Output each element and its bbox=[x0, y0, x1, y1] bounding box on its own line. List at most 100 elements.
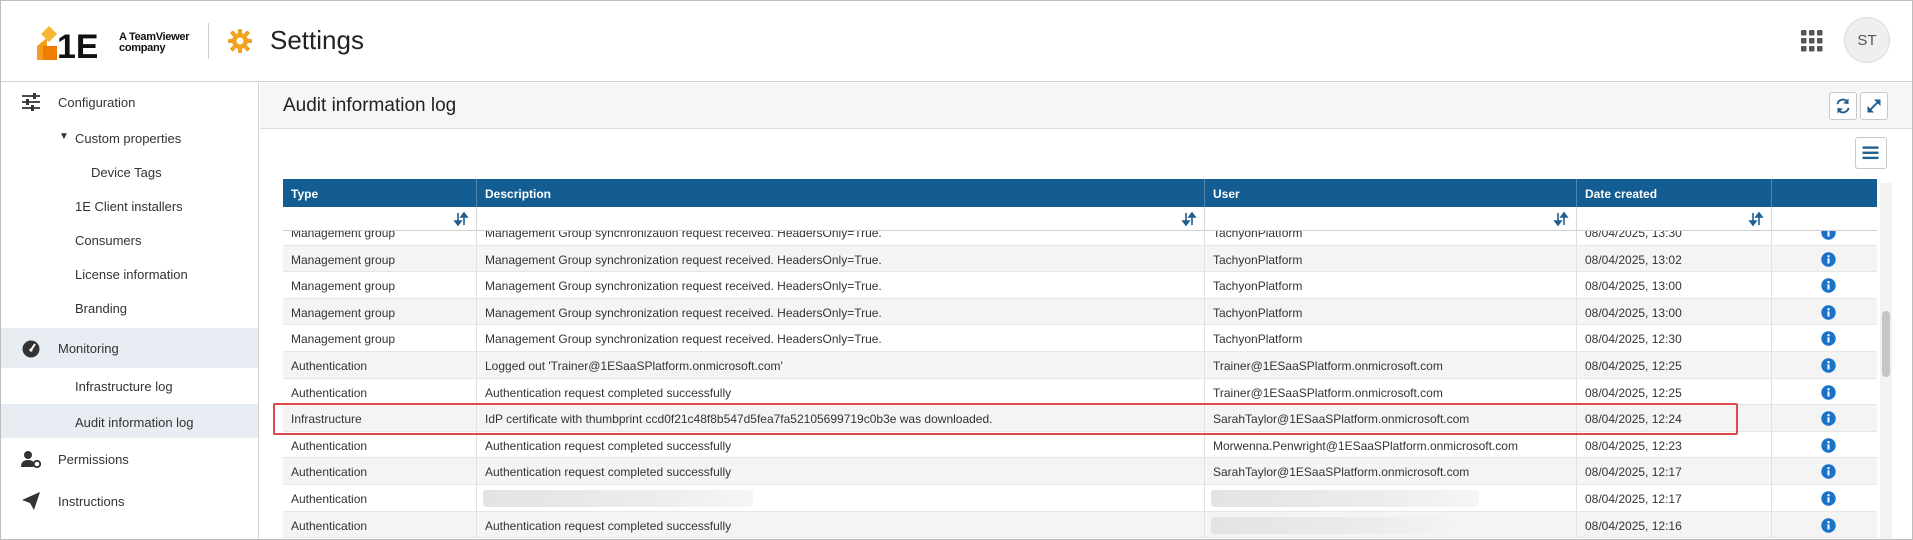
info-icon[interactable] bbox=[1821, 251, 1836, 267]
vertical-scrollbar[interactable] bbox=[1880, 183, 1892, 539]
redacted-block bbox=[483, 490, 753, 507]
filter-row bbox=[283, 207, 1877, 231]
cell-type: Management group bbox=[283, 272, 477, 298]
sidebar-item-permissions[interactable]: Permissions bbox=[1, 438, 258, 480]
cell-type: Authentication bbox=[283, 458, 477, 484]
info-icon[interactable] bbox=[1821, 517, 1836, 533]
table-row[interactable]: Authentication Authentication request com… bbox=[283, 458, 1877, 485]
column-header-user[interactable]: User bbox=[1205, 179, 1577, 207]
info-icon[interactable] bbox=[1821, 278, 1836, 293]
cell-type: Authentication bbox=[283, 378, 477, 405]
top-header: 1E A TeamViewer company Settings ST bbox=[1, 1, 1912, 82]
table-row[interactable]: Authentication Authentication request com… bbox=[283, 511, 1877, 539]
cell-date-created: 08/04/2025, 13:00 bbox=[1577, 298, 1772, 325]
fullscreen-button[interactable] bbox=[1860, 92, 1888, 120]
cell-description: Management Group synchronization request… bbox=[477, 298, 1205, 325]
sidebar-item-client-installers[interactable]: 1E Client installers bbox=[1, 189, 258, 223]
cell-user: Trainer@1ESaaSPlatform.onmicrosoft.com bbox=[1205, 378, 1577, 405]
info-icon[interactable] bbox=[1821, 438, 1836, 453]
user-avatar[interactable]: ST bbox=[1844, 17, 1890, 63]
column-header-actions bbox=[1772, 179, 1877, 207]
table-row[interactable]: Authentication Authentication request com… bbox=[283, 431, 1877, 459]
table-row[interactable]: Infrastructure IdP certificate with thumb… bbox=[283, 405, 1877, 432]
sidebar-item-monitoring[interactable]: Monitoring bbox=[1, 328, 258, 368]
paper-plane-icon bbox=[22, 492, 40, 510]
sliders-icon bbox=[22, 93, 40, 111]
gauge-icon bbox=[22, 340, 40, 358]
company-logo[interactable]: 1E A TeamViewer company bbox=[37, 24, 197, 60]
refresh-button[interactable] bbox=[1829, 92, 1857, 120]
info-icon[interactable] bbox=[1821, 331, 1836, 347]
gear-icon bbox=[228, 29, 252, 53]
users-gear-icon bbox=[21, 451, 41, 469]
sidebar-item-label: Instructions bbox=[58, 494, 125, 509]
sidebar-item-configuration[interactable]: Configuration bbox=[1, 83, 258, 121]
svg-text:1E: 1E bbox=[57, 28, 97, 60]
expand-triangle-icon[interactable]: ▼ bbox=[59, 131, 69, 142]
table-row[interactable]: Management group Management Group synchro… bbox=[283, 231, 1877, 246]
column-header-description[interactable]: Description bbox=[477, 179, 1205, 207]
column-header-type[interactable]: Type bbox=[283, 179, 477, 207]
scrollbar-thumb[interactable] bbox=[1882, 311, 1890, 377]
sidebar-item-label: License information bbox=[75, 267, 188, 282]
sidebar-item-label: Branding bbox=[75, 301, 128, 316]
filter-cell-type bbox=[283, 207, 477, 231]
info-icon[interactable] bbox=[1821, 464, 1836, 480]
cell-description: Authentication request completed success… bbox=[477, 378, 1205, 405]
app-grid-icon[interactable] bbox=[1801, 30, 1823, 52]
table-row[interactable]: Management group Management Group synchro… bbox=[283, 272, 1877, 299]
panel-header: Audit information log bbox=[260, 83, 1912, 129]
sidebar-item-label: Permissions bbox=[58, 452, 129, 467]
cell-description: Authentication request completed success… bbox=[477, 458, 1205, 484]
sidebar-item-branding[interactable]: Branding bbox=[1, 291, 258, 325]
sort-icon[interactable] bbox=[1748, 211, 1764, 227]
cell-user: TachyonPlatform bbox=[1205, 325, 1577, 351]
table-row[interactable]: Management group Management Group synchro… bbox=[283, 325, 1877, 352]
sidebar-item-label: Custom properties bbox=[75, 131, 182, 146]
info-icon[interactable] bbox=[1821, 411, 1836, 426]
info-icon[interactable] bbox=[1821, 305, 1836, 320]
app-window: 1E A TeamViewer company Settings ST Conf… bbox=[0, 0, 1913, 540]
refresh-icon bbox=[1836, 98, 1850, 114]
sidebar-item-consumers[interactable]: Consumers bbox=[1, 223, 258, 257]
cell-date-created: 08/04/2025, 13:02 bbox=[1577, 245, 1772, 272]
cell-date-created: 08/04/2025, 13:00 bbox=[1577, 272, 1772, 298]
table-header-row: Type Description User Date created bbox=[283, 179, 1877, 207]
cell-user bbox=[1205, 511, 1577, 538]
hamburger-icon bbox=[1862, 146, 1879, 160]
table-row[interactable]: Authentication Authentication request com… bbox=[283, 378, 1877, 406]
table-row[interactable]: Authentication Logged out 'Trainer@1ESaaS… bbox=[283, 352, 1877, 379]
cell-user: TachyonPlatform bbox=[1205, 272, 1577, 298]
sidebar: Configuration ▼ Custom properties Device… bbox=[1, 83, 259, 539]
cell-type: Authentication bbox=[283, 431, 477, 458]
sort-icon[interactable] bbox=[1181, 211, 1197, 227]
sidebar-item-device-tags[interactable]: Device Tags bbox=[1, 155, 258, 189]
cell-description: Management Group synchronization request… bbox=[477, 272, 1205, 298]
sort-icon[interactable] bbox=[1553, 211, 1569, 227]
column-menu-button[interactable] bbox=[1855, 137, 1887, 169]
sort-icon[interactable] bbox=[453, 211, 469, 227]
cell-user: SarahTaylor@1ESaaSPlatform.onmicrosoft.c… bbox=[1205, 458, 1577, 484]
sidebar-item-label: Audit information log bbox=[75, 415, 194, 430]
info-icon[interactable] bbox=[1821, 358, 1836, 373]
cell-user: TachyonPlatform bbox=[1205, 298, 1577, 325]
info-icon[interactable] bbox=[1821, 231, 1836, 240]
table-row[interactable]: Management group Management Group synchro… bbox=[283, 245, 1877, 273]
info-icon[interactable] bbox=[1821, 384, 1836, 400]
redacted-block bbox=[1211, 516, 1479, 534]
sidebar-item-instructions[interactable]: Instructions bbox=[1, 480, 258, 522]
cell-date-created: 08/04/2025, 12:16 bbox=[1577, 511, 1772, 538]
info-icon[interactable] bbox=[1821, 491, 1836, 506]
cell-user: Morwenna.Penwright@1ESaaSPlatform.onmicr… bbox=[1205, 431, 1577, 458]
cell-type: Management group bbox=[283, 231, 477, 245]
logo-tagline: A TeamViewer company bbox=[119, 32, 189, 54]
sidebar-item-license-information[interactable]: License information bbox=[1, 257, 258, 291]
cell-description: Authentication request completed success… bbox=[477, 431, 1205, 458]
table-row[interactable]: Management group Management Group synchro… bbox=[283, 298, 1877, 326]
table-row[interactable]: Authentication 08/04/2025, 12:17 bbox=[283, 485, 1877, 512]
sidebar-item-audit-information-log[interactable]: Audit information log bbox=[1, 404, 258, 438]
sidebar-item-custom-properties[interactable]: ▼ Custom properties bbox=[1, 121, 258, 155]
sidebar-item-infrastructure-log[interactable]: Infrastructure log bbox=[1, 368, 258, 402]
column-header-date-created[interactable]: Date created bbox=[1577, 179, 1772, 207]
cell-date-created: 08/04/2025, 12:30 bbox=[1577, 325, 1772, 351]
